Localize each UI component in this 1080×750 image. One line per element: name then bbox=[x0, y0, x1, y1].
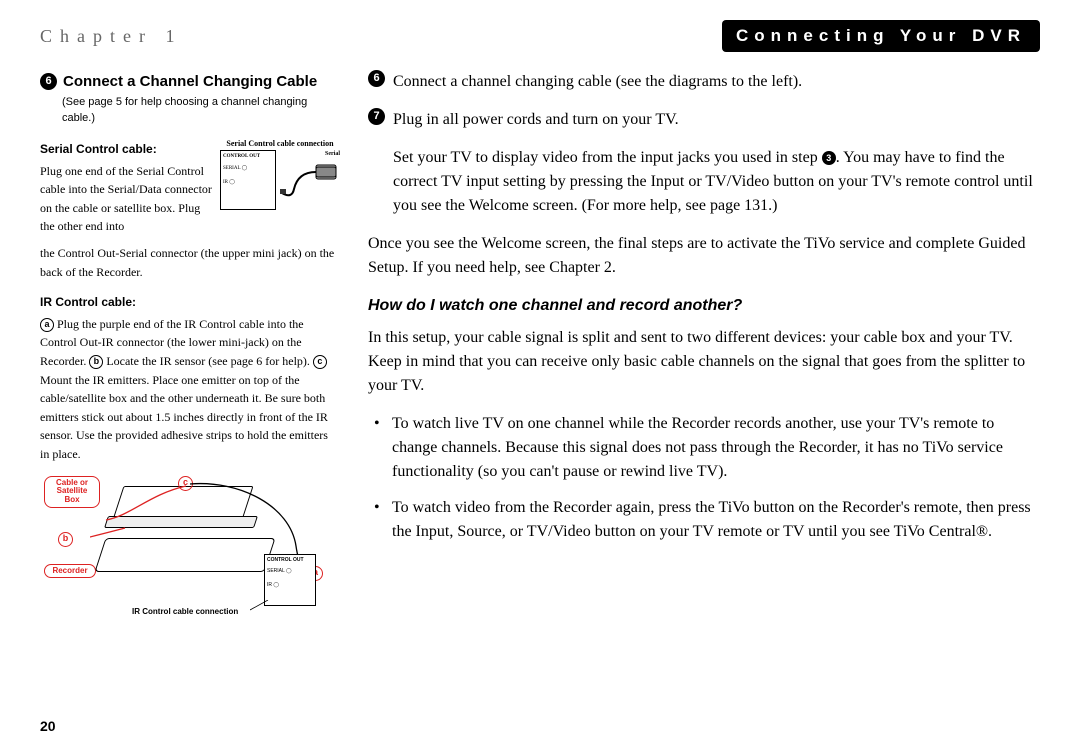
right-step-6-text: Connect a channel changing cable (see th… bbox=[393, 70, 802, 94]
right-column: 6 Connect a channel changing cable (see … bbox=[368, 70, 1040, 626]
content-columns: 6 Connect a Channel Changing Cable (See … bbox=[40, 70, 1040, 626]
letter-c-icon: c bbox=[313, 355, 327, 369]
letter-b-icon: b bbox=[89, 355, 103, 369]
bullet-2: To watch video from the Recorder again, … bbox=[392, 496, 1040, 544]
rear-panel-icon: CONTROL OUT SERIAL ◯ IR ◯ bbox=[264, 554, 316, 606]
step-6-note: (See page 5 for help choosing a channel … bbox=[62, 95, 340, 126]
inline-step-3-icon: 3 bbox=[822, 151, 836, 165]
right-step-6: 6 Connect a channel changing cable (see … bbox=[368, 70, 1040, 94]
serial-section: Serial Control cable: Plug one end of th… bbox=[40, 140, 340, 236]
right-step-7-number-icon: 7 bbox=[368, 108, 385, 125]
serial-control-title: Serial Control cable: bbox=[40, 140, 212, 159]
step-6-number-icon: 6 bbox=[40, 73, 57, 90]
page-header: Chapter 1 Connecting Your DVR bbox=[40, 20, 1040, 52]
letter-a-icon: a bbox=[40, 318, 54, 332]
how-do-i-heading: How do I watch one channel and record an… bbox=[368, 294, 1040, 318]
header-title: Connecting Your DVR bbox=[722, 20, 1040, 52]
ir-diagram-caption: IR Control cable connection bbox=[132, 606, 238, 618]
welcome-paragraph: Once you see the Welcome screen, the fin… bbox=[368, 232, 1040, 280]
ir-control-title: IR Control cable: bbox=[40, 293, 340, 312]
bullet-1: To watch live TV on one channel while th… bbox=[392, 412, 1040, 484]
serial-diagram-caption: Serial Control cable connection bbox=[220, 140, 340, 148]
left-column: 6 Connect a Channel Changing Cable (See … bbox=[40, 70, 340, 626]
serial-port-panel-icon: CONTROL OUT SERIAL ◯ IR ◯ bbox=[220, 150, 276, 210]
diagram-letter-b-icon: b bbox=[58, 532, 73, 547]
page-number: 20 bbox=[40, 718, 56, 734]
serial-diagram: Serial Control cable connection CONTROL … bbox=[220, 140, 340, 230]
caption-pointer-icon bbox=[250, 600, 272, 618]
step-6-title: 6 Connect a Channel Changing Cable bbox=[40, 70, 340, 93]
bulleted-list: To watch live TV on one channel while th… bbox=[368, 412, 1040, 544]
right-step-7-continued: Set your TV to display video from the in… bbox=[368, 146, 1040, 218]
how-do-i-body: In this setup, your cable signal is spli… bbox=[368, 326, 1040, 398]
ir-diagram: Cable or Satellite Box b Recorder c a CO… bbox=[40, 476, 320, 626]
chapter-label: Chapter 1 bbox=[40, 26, 182, 47]
right-step-7-text: Plug in all power cords and turn on your… bbox=[393, 108, 679, 132]
right-step-6-number-icon: 6 bbox=[368, 70, 385, 87]
serial-body-end: the Control Out-Serial connector (the up… bbox=[40, 244, 340, 281]
serial-cable-icon bbox=[280, 159, 340, 215]
step-6-title-text: Connect a Channel Changing Cable bbox=[63, 70, 317, 93]
right-step-7: 7 Plug in all power cords and turn on yo… bbox=[368, 108, 1040, 132]
ir-control-body: a Plug the purple end of the IR Control … bbox=[40, 315, 340, 464]
recorder-label: Recorder bbox=[44, 564, 96, 579]
serial-body-start: Plug one end of the Serial Control cable… bbox=[40, 164, 212, 234]
